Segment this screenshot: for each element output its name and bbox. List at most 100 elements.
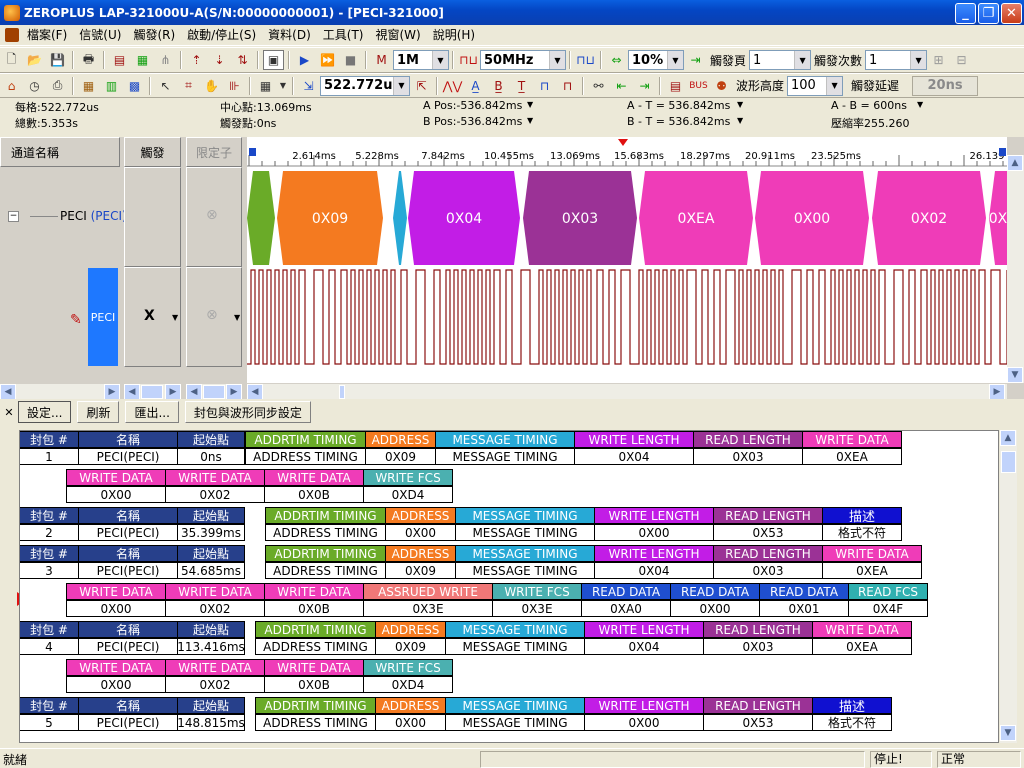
grid-view-icon[interactable]: ▦	[78, 76, 99, 96]
menu-trigger[interactable]: 觸發(R)	[127, 26, 181, 45]
bx-bar-icon[interactable]: B̲	[488, 76, 509, 96]
b-pos-dropdown-icon[interactable]: ▼	[527, 116, 533, 125]
report-icon[interactable]: ▣	[263, 50, 284, 70]
limiter-scroll-left-icon[interactable]: ◀	[186, 384, 202, 400]
trigger-count-select[interactable]: 1 ▼	[865, 50, 928, 70]
trigger-scroll-right-icon[interactable]: ▶	[165, 384, 181, 400]
zoom-select[interactable]: 10% ▼	[628, 50, 684, 70]
collapse-icon[interactable]: −	[8, 211, 19, 222]
search-prev-icon[interactable]: ⇥	[634, 76, 655, 96]
page-next-icon[interactable]: ⊟	[951, 50, 972, 70]
menu-data[interactable]: 資料(D)	[262, 26, 317, 45]
close-button[interactable]: ✕	[1001, 3, 1022, 24]
probe-icon[interactable]: ⚉	[711, 76, 732, 96]
trigger-rise-icon[interactable]: ⇡	[186, 50, 207, 70]
run-icon[interactable]: ▶	[294, 50, 315, 70]
refresh-button[interactable]: 刷新	[77, 401, 120, 423]
trigger-value[interactable]: X	[144, 308, 155, 324]
menu-window[interactable]: 視窗(W)	[369, 26, 426, 45]
page-prev-icon[interactable]: ⊞	[928, 50, 949, 70]
bus-edit-icon[interactable]: ⋔	[155, 50, 176, 70]
new-file-icon[interactable]: 🗋	[1, 50, 22, 70]
packet-row[interactable]: ADDRESS TIMING 0X09 MESSAGE TIMING 0X04 0X03…	[265, 562, 922, 579]
sample-rate-select[interactable]: 50MHz ▼	[480, 50, 566, 70]
a-t-dropdown-icon[interactable]: ▼	[737, 100, 743, 109]
run-repeat-icon[interactable]: ⏩	[317, 50, 338, 70]
a-pos-dropdown-icon[interactable]: ▼	[527, 100, 533, 109]
trigger-delay-field[interactable]: 20ns	[912, 75, 979, 96]
measure-icon[interactable]: ⊪	[224, 76, 245, 96]
list-view-icon[interactable]: ▥	[101, 76, 122, 96]
stop-icon[interactable]: ■	[340, 50, 361, 70]
ab2-bar-icon[interactable]: ⊓	[557, 76, 578, 96]
name-scroll-right-icon[interactable]: ▶	[104, 384, 120, 400]
packet-row[interactable]: 0X00 0X02 0X0B 0X3E 0X3E 0XA0 0X00 0X01 0X4F	[66, 600, 928, 617]
menu-signal[interactable]: 信號(U)	[73, 26, 127, 45]
select-icon[interactable]: ⌗	[178, 76, 199, 96]
search-next-icon[interactable]: ⇤	[611, 76, 632, 96]
panel-close-icon[interactable]: ✕	[0, 406, 18, 419]
packet-row[interactable]: 0X00 0X02 0X0B 0XD4	[66, 676, 453, 693]
document-icon[interactable]	[5, 28, 19, 42]
export-button[interactable]: 匯出...	[125, 401, 179, 423]
packet-scroll-thumb[interactable]	[1001, 451, 1016, 473]
maximize-button[interactable]: ❐	[978, 3, 999, 24]
packet-row[interactable]: 2 PECI(PECI) 35.399ms	[20, 524, 245, 541]
wave-scroll-thumb[interactable]	[339, 385, 345, 399]
dropdown-arrow-icon[interactable]: ▼	[278, 76, 288, 96]
minimize-button[interactable]: _	[955, 3, 976, 24]
menu-tools[interactable]: 工具(T)	[317, 26, 370, 45]
limiter-dropdown-icon[interactable]: ▼	[234, 313, 240, 322]
signal-icon[interactable]: ⋀⋁	[442, 76, 463, 96]
trigger-fall-icon[interactable]: ⇣	[209, 50, 230, 70]
menu-start-stop[interactable]: 啟動/停止(S)	[181, 26, 262, 45]
report2-icon[interactable]: ▤	[665, 76, 686, 96]
packet-row[interactable]: 4 PECI(PECI) 113.416ms	[20, 638, 245, 655]
bus-add-icon[interactable]: ▦	[132, 50, 153, 70]
limiter-scroll-thumb[interactable]	[203, 385, 225, 399]
menu-help[interactable]: 說明(H)	[427, 26, 481, 45]
clock-icon[interactable]: ◷	[24, 76, 45, 96]
channel-label-peci[interactable]: PECI	[88, 268, 118, 366]
trigger-page-select[interactable]: 1 ▼	[749, 50, 812, 70]
cursor-icon[interactable]: ↖	[155, 76, 176, 96]
waveform-height-select[interactable]: 100 ▼	[787, 75, 844, 96]
state-view-icon[interactable]: ▩	[124, 76, 145, 96]
packet-scroll-down-icon[interactable]: ▼	[1000, 725, 1016, 741]
per-div-select[interactable]: 522.772us ▼	[320, 75, 410, 96]
hand-icon[interactable]: ✋	[201, 76, 222, 96]
settings-button[interactable]: 設定...	[18, 401, 72, 423]
ax-bar-icon[interactable]: A̲	[465, 76, 486, 96]
packet-vertical-scrollbar[interactable]: ▲ ▼	[1000, 430, 1017, 743]
packet-row[interactable]: 0X00 0X02 0X0B 0XD4	[66, 486, 453, 503]
bus-label[interactable]: PECI (PECI)	[60, 209, 127, 223]
trigger-edge-icon[interactable]: ⇅	[232, 50, 253, 70]
open-folder-icon[interactable]: 📂	[24, 50, 45, 70]
limiter-hscrollbar[interactable]: ◀ ▶	[186, 383, 242, 400]
waveform-vertical-scrollbar[interactable]: ▲ ▼	[1007, 155, 1024, 383]
sample-depth-select[interactable]: 1M ▼	[393, 50, 449, 70]
packet-row[interactable]: ADDRESS TIMING 0X00 MESSAGE TIMING 0X00 0X53…	[255, 714, 892, 731]
a-b-dropdown-icon[interactable]: ▼	[917, 100, 923, 109]
print-icon[interactable]: 🖶	[78, 50, 99, 70]
waveform-canvas[interactable]: 2.614ms 5.228ms 7.842ms 10.455ms 13.069ms 15.…	[241, 137, 1008, 383]
limiter-scroll-right-icon[interactable]: ▶	[226, 384, 242, 400]
packet-scroll-up-icon[interactable]: ▲	[1000, 430, 1016, 446]
scroll-down-icon[interactable]: ▼	[1007, 367, 1023, 383]
bus-icon[interactable]: BUS	[688, 76, 709, 96]
print-preview-icon[interactable]: ⎙	[47, 76, 68, 96]
trigger-dropdown-icon[interactable]: ▼	[172, 313, 178, 322]
bus-setup-icon[interactable]: ▤	[109, 50, 130, 70]
name-scroll-left-icon[interactable]: ◀	[0, 384, 16, 400]
packet-row[interactable]: ADDRESS TIMING 0X00 MESSAGE TIMING 0X00 0X53…	[265, 524, 902, 541]
binoculars-icon[interactable]: ⚯	[588, 76, 609, 96]
home-icon[interactable]: ⌂	[1, 76, 22, 96]
limiter-disabled-icon-2[interactable]: ⊗	[206, 307, 218, 323]
timebase-icon[interactable]: ⇱	[411, 76, 432, 96]
b-t-dropdown-icon[interactable]: ▼	[737, 116, 743, 125]
tx-bar-icon[interactable]: T̲	[511, 76, 532, 96]
grid-select-icon[interactable]: ▦	[255, 76, 276, 96]
packet-list[interactable]: 封包 # 名稱 起始點 1 PECI(PECI) 0ns ADDRTIM TIMING ADD…	[19, 430, 999, 743]
trigger-hscrollbar[interactable]: ◀ ▶	[124, 383, 181, 400]
packet-row[interactable]: ADDRESS TIMING 0X09 MESSAGE TIMING 0X04 0X03…	[255, 638, 912, 655]
